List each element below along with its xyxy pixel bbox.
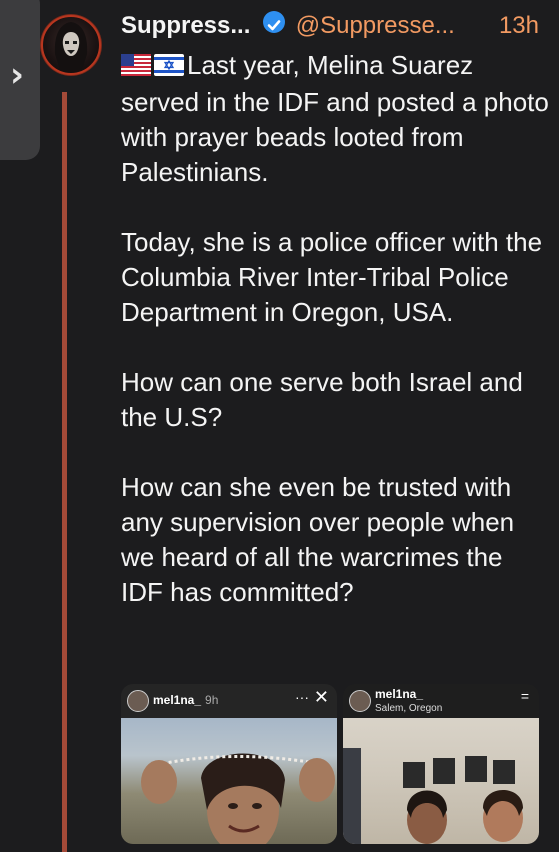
post-text-1: Last year, Melina Suarez served in the I… <box>121 50 549 187</box>
menu-icon[interactable]: = <box>521 688 529 704</box>
us-flag-icon <box>121 50 151 85</box>
post-paragraph-3: How can one serve both Israel and the U.… <box>121 367 523 432</box>
israel-flag-icon <box>154 50 184 85</box>
story-header-right: mel1na_ Salem, Oregon = <box>343 684 539 716</box>
post-paragraph-2: Today, she is a police officer with the … <box>121 227 543 327</box>
media-image-story-left[interactable]: mel1na_ 9h ··· ✕ <box>121 684 337 844</box>
avatar[interactable] <box>40 14 102 76</box>
media-image-story-right[interactable]: mel1na_ Salem, Oregon = <box>343 684 539 844</box>
story-username-right: mel1na_ <box>375 687 424 701</box>
thread-line <box>62 92 67 852</box>
photo-woman-with-beads <box>121 718 337 844</box>
side-drawer-tab[interactable]: › <box>0 0 40 160</box>
author-name[interactable]: Suppress... <box>121 12 250 39</box>
story-header: mel1na_ 9h ··· ✕ <box>121 684 337 716</box>
hooded-figure-icon <box>41 15 101 75</box>
story-avatar <box>127 690 149 712</box>
author-handle[interactable]: @Suppresse... <box>296 12 455 39</box>
post-paragraph-4: How can she even be trusted with any sup… <box>121 472 515 607</box>
close-icon[interactable]: ✕ <box>314 687 329 708</box>
photo-officers-office <box>343 718 539 844</box>
photo-content-right <box>343 748 523 844</box>
post-paragraph-1: Last year, Melina Suarez served in the I… <box>121 48 551 190</box>
chevron-right-icon: › <box>10 55 25 95</box>
post-body: Last year, Melina Suarez served in the I… <box>121 48 551 645</box>
story-location: Salem, Oregon <box>375 703 443 714</box>
post-header: Suppress... @Suppresse... 13h <box>121 8 559 44</box>
photo-content-left <box>141 753 335 844</box>
more-options-icon[interactable]: ··· <box>295 689 309 705</box>
verified-badge-icon <box>263 11 286 33</box>
post-timestamp: 13h <box>498 12 539 39</box>
story-username: mel1na_ 9h <box>153 693 219 707</box>
story-time: 9h <box>205 693 219 707</box>
story-avatar-right <box>349 690 371 712</box>
